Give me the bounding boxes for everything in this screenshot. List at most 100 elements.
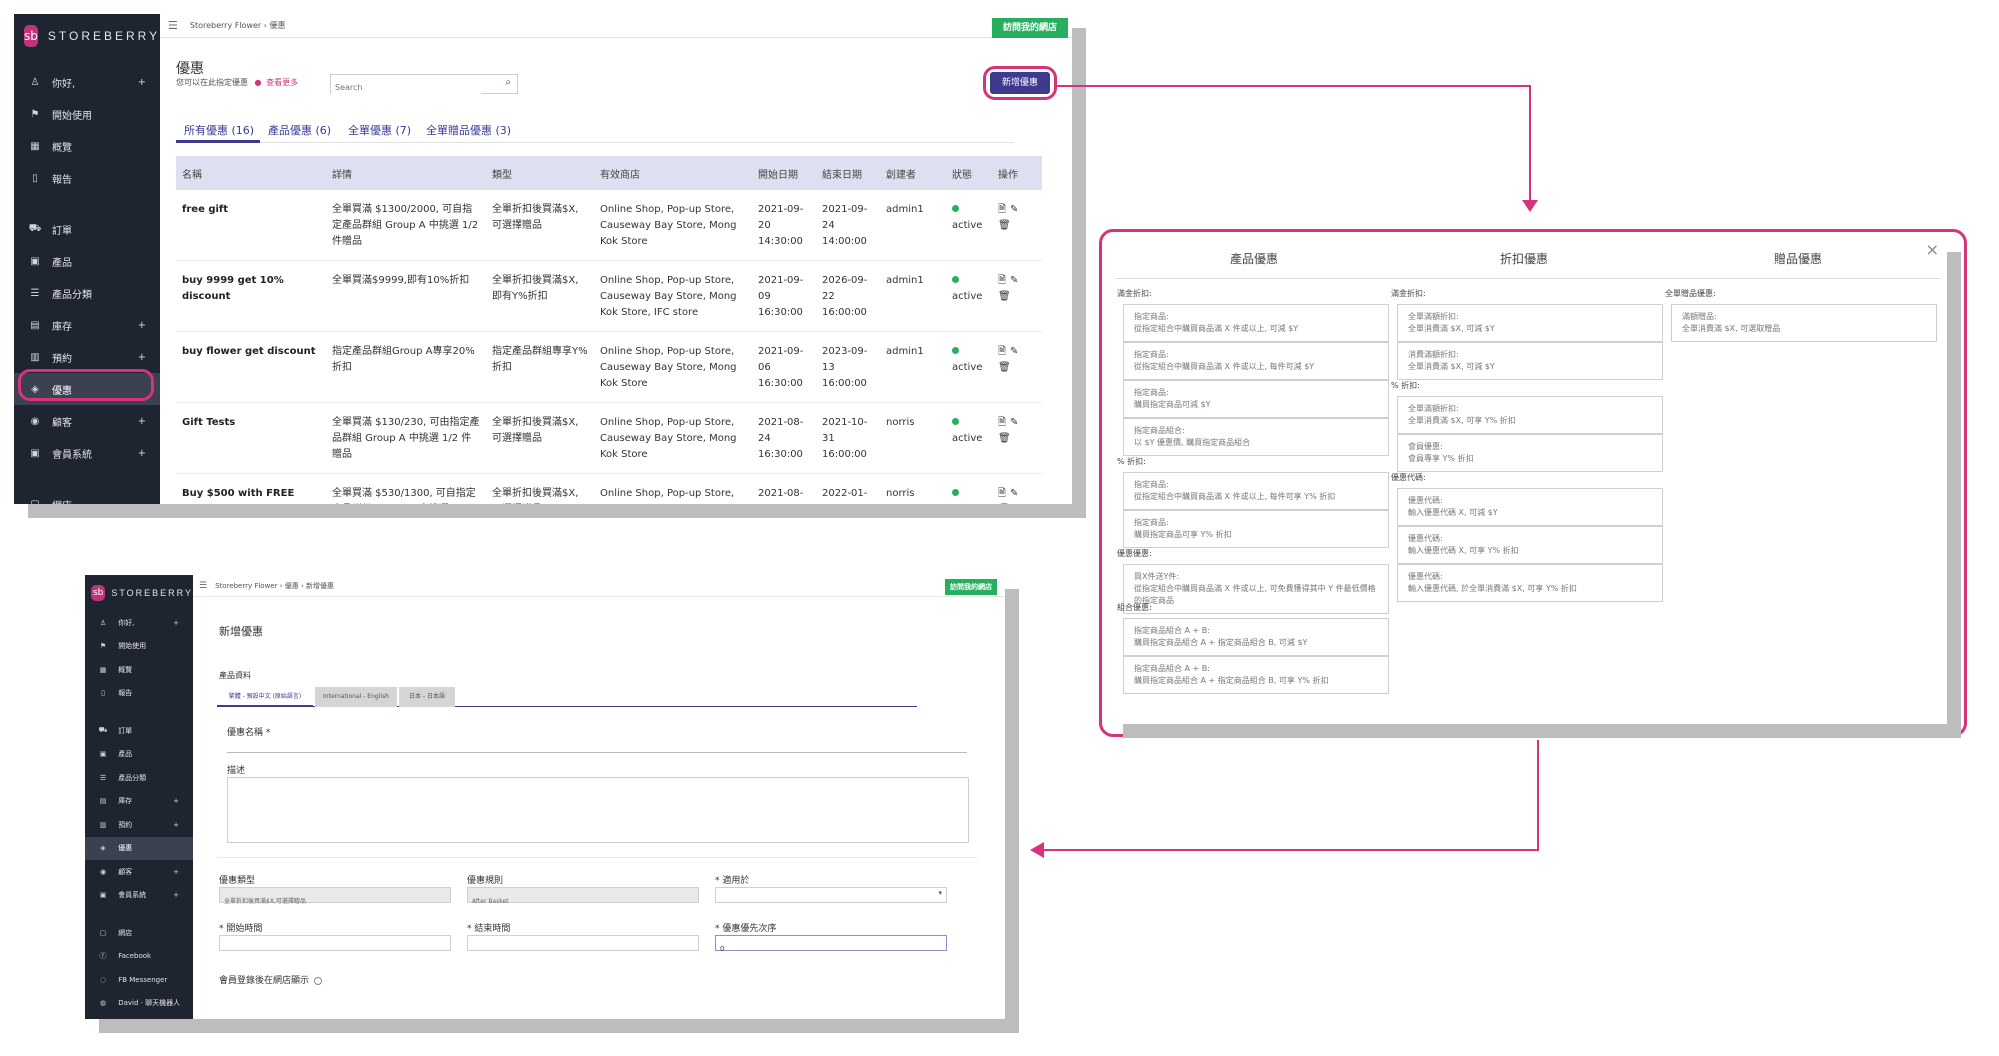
expand-plus-icon[interactable]: + (138, 320, 146, 331)
modal-close-icon[interactable]: × (1926, 240, 1939, 259)
cell-stores: Online Shop, Pop-up Store, Causeway Bay … (594, 260, 752, 332)
discount-type-card[interactable]: 指定商品: 從指定組合中購買商品滿 X 件或以上, 可減 $Y (1123, 304, 1389, 342)
description-textarea[interactable] (227, 777, 969, 843)
edit-icon[interactable]: ✎ (1010, 346, 1018, 357)
sidebar-item[interactable]: ◈ 優惠 (85, 836, 193, 861)
menu-toggle-icon[interactable]: ☰ (168, 19, 178, 32)
sidebar-item[interactable]: ◉ 顧客 + (14, 405, 160, 437)
delete-icon[interactable]: 🗑 (998, 291, 1011, 302)
expand-plus-icon[interactable]: + (173, 868, 179, 876)
discount-name-input[interactable] (227, 739, 967, 753)
table-row[interactable]: free gift 全單買滿 $1300/2000, 可自指定產品群組 Group… (176, 190, 1042, 261)
sidebar-item[interactable]: ▥ 預約 + (14, 341, 160, 373)
view-icon[interactable]: 🗎 (998, 275, 1006, 286)
table-row[interactable]: Gift Tests 全單買滿 $130/230, 可由指定產品群組 Group … (176, 402, 1042, 474)
discount-type-card[interactable]: 買X件送Y件: 從指定組合中購買商品滿 X 件或以上, 可免費獲得其中 Y 件最低… (1123, 564, 1389, 614)
sidebar-item[interactable]: ◈ 優惠 (14, 373, 160, 406)
discount-type-card[interactable]: 指定商品: 購買指定商品可減 $Y (1123, 380, 1389, 418)
expand-plus-icon[interactable]: + (173, 891, 179, 899)
sidebar-item[interactable]: ▥ 預約 + (85, 813, 193, 837)
expand-plus-icon[interactable]: + (173, 821, 179, 829)
search-input[interactable] (331, 78, 481, 97)
edit-icon[interactable]: ✎ (1010, 488, 1018, 499)
tab-all[interactable]: 所有優惠 (16) (184, 122, 254, 138)
expand-plus-icon[interactable]: + (138, 416, 146, 427)
delete-icon[interactable]: 🗑 (998, 433, 1011, 444)
apply-to-select[interactable]: ▾ (715, 887, 947, 903)
sidebar-item[interactable]: ⛟ 訂單 (14, 213, 160, 245)
sidebar-item[interactable]: ♙ 你好, + (14, 66, 160, 98)
tab-product[interactable]: 產品優惠 (6) (268, 122, 331, 138)
sidebar-item[interactable]: ▯ 報告 (85, 682, 193, 706)
delete-icon[interactable]: 🗑 (998, 362, 1011, 373)
sidebar-item[interactable]: ▢ 網店 (14, 488, 160, 504)
expand-plus-icon[interactable]: + (138, 77, 146, 88)
discount-type-card[interactable]: 滿額贈品: 全單消費滿 $X, 可選取贈品 (1671, 304, 1937, 342)
visit-store-button[interactable]: 訪問我的網店 (992, 18, 1068, 38)
table-row[interactable]: Buy $500 with FREE GIFT全單買滿 $530/1300, 可… (176, 473, 1042, 504)
sidebar-item[interactable]: ☰ 產品分類 (14, 277, 160, 309)
discount-type-card[interactable]: 指定商品: 購買指定商品可享 Y% 折扣 (1123, 510, 1389, 548)
more-link[interactable]: 查看更多 (266, 78, 298, 87)
sidebar-item[interactable]: ▣ 產品 (85, 743, 193, 767)
tab-lang-en[interactable]: International - English (315, 687, 397, 707)
sidebar-item[interactable]: ▤ 庫存 + (85, 790, 193, 814)
new-discount-button[interactable]: 新增優惠 (990, 72, 1050, 94)
sidebar-item[interactable]: ⚑ 開始使用 (14, 98, 160, 130)
tab-order[interactable]: 全單優惠 (7) (348, 122, 411, 138)
expand-plus-icon[interactable]: + (138, 352, 146, 363)
edit-icon[interactable]: ✎ (1010, 275, 1018, 286)
discount-type-card[interactable]: 指定商品組合: 以 $Y 優惠價, 購買指定商品組合 (1123, 418, 1389, 456)
sidebar-item[interactable]: ⛟ 訂單 (85, 719, 193, 743)
view-icon[interactable]: 🗎 (998, 488, 1006, 499)
delete-icon[interactable]: 🗑 (998, 220, 1011, 231)
view-icon[interactable]: 🗎 (998, 417, 1006, 428)
expand-plus-icon[interactable]: + (138, 448, 146, 459)
tab-lang-ja[interactable]: 日本 - 日本語 (399, 687, 455, 707)
discount-type-card[interactable]: 指定商品組合 A + B: 購買指定商品組合 A + 指定商品組合 B, 可減 $… (1123, 618, 1389, 656)
start-time-input[interactable] (219, 935, 451, 951)
sidebar-item-label: 顧客 (52, 417, 72, 429)
sidebar-item[interactable]: ▦ 概覽 (14, 130, 160, 162)
discount-type-card[interactable]: 指定商品組合 A + B: 購買指定商品組合 A + 指定商品組合 B, 可享 Y… (1123, 656, 1389, 694)
edit-icon[interactable]: ✎ (1010, 417, 1018, 428)
sidebar-item[interactable]: ▣ 會員系統 + (14, 437, 160, 469)
menu-toggle-icon[interactable]: ☰ (199, 581, 207, 591)
sidebar-item[interactable]: ▯ 報告 (14, 162, 160, 194)
view-icon[interactable]: 🗎 (998, 204, 1006, 215)
expand-plus-icon[interactable]: + (173, 619, 179, 627)
sidebar-item[interactable]: ⓕ Facebook (85, 945, 193, 969)
sidebar-item[interactable]: ▤ 庫存 + (14, 309, 160, 341)
sidebar-item[interactable]: ▦ 概覽 (85, 658, 193, 682)
tab-gift[interactable]: 全單贈品優惠 (3) (426, 122, 511, 138)
discount-type-card[interactable]: 指定商品: 從指定組合中購買商品滿 X 件或以上, 每件可減 $Y (1123, 342, 1389, 380)
discount-type-card[interactable]: 優惠代碼: 輸入優惠代碼 X, 可享 Y% 折扣 (1397, 526, 1663, 564)
view-icon[interactable]: 🗎 (998, 346, 1006, 357)
sidebar-item[interactable]: ◌ FB Messenger (85, 968, 193, 992)
sidebar-item[interactable]: ◍ David · 聊天機器人 (85, 992, 193, 1016)
discount-type-card[interactable]: 會員優惠: 會員專享 Y% 折扣 (1397, 434, 1663, 472)
sidebar-item[interactable]: ◉ 顧客 + (85, 860, 193, 884)
visit-store-button[interactable]: 訪問我的網店 (945, 579, 997, 595)
expand-plus-icon[interactable]: + (173, 797, 179, 805)
table-row[interactable]: buy flower get discount 指定產品群組Group A專享20… (176, 331, 1042, 403)
discount-type-card[interactable]: 指定商品: 從指定組合中購買商品滿 X 件或以上, 每件可享 Y% 折扣 (1123, 472, 1389, 510)
search-icon[interactable]: ⌕ (505, 77, 511, 88)
priority-input[interactable]: 0 (715, 935, 947, 953)
sidebar-item[interactable]: ▢ 網店 (85, 921, 193, 945)
end-time-input[interactable] (467, 935, 699, 951)
discount-type-card[interactable]: 全單滿額折扣: 全單消費滿 $X, 可減 $Y (1397, 304, 1663, 342)
discount-type-card[interactable]: 優惠代碼: 輸入優惠代碼, 於全單消費滿 $X, 可享 Y% 折扣 (1397, 564, 1663, 602)
sidebar-item[interactable]: ♙ 你好, + (85, 611, 193, 635)
discount-type-card[interactable]: 全單滿額折扣: 全單消費滿 $X, 可享 Y% 折扣 (1397, 396, 1663, 434)
tab-lang-zh-hk[interactable]: 繁體 - 預設中文 (原始語言) (217, 687, 313, 707)
table-row[interactable]: buy 9999 get 10% discount 全單買滿$9999,即有10%… (176, 260, 1042, 332)
sidebar-item[interactable]: ▣ 會員系統 + (85, 884, 193, 908)
discount-type-card[interactable]: 消費滿額折扣: 全單消費滿 $X, 可減 $Y (1397, 342, 1663, 380)
sidebar-item[interactable]: ☰ 產品分類 (85, 766, 193, 790)
sidebar-item[interactable]: ▣ 產品 (14, 245, 160, 277)
sidebar-item[interactable]: ⚑ 開始使用 (85, 635, 193, 659)
discount-type-card[interactable]: 優惠代碼: 輸入優惠代碼 X, 可減 $Y (1397, 488, 1663, 526)
member-display-checkbox[interactable] (313, 976, 322, 985)
edit-icon[interactable]: ✎ (1010, 204, 1018, 215)
